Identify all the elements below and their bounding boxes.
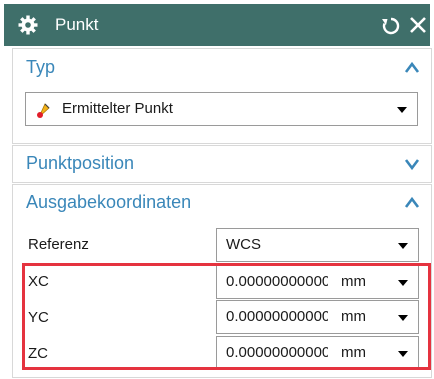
inferred-point-icon [37,103,50,118]
close-icon[interactable] [409,16,427,34]
ausgabekoordinaten-section-header[interactable]: Ausgabekoordinaten [12,183,434,223]
dropdown-arrow-icon [397,107,407,113]
highlight-box [22,263,431,370]
typ-section-title: Typ [26,57,56,77]
typ-dropdown-value: Ermittelter Punkt [62,100,173,117]
typ-section-header[interactable]: Typ [12,48,434,88]
chevron-down-icon[interactable] [404,156,420,172]
chevron-up-icon[interactable] [404,195,420,211]
ausgabekoordinaten-section-title: Ausgabekoordinaten [26,192,192,212]
punktposition-section-title: Punktposition [26,153,135,173]
punktposition-section-header[interactable]: Punktposition [12,144,434,184]
chevron-up-icon[interactable] [404,60,420,76]
gear-icon[interactable] [18,15,38,35]
dialog-titlebar: Punkt [4,4,430,46]
referenz-dropdown[interactable]: WCS [216,228,419,262]
referenz-value: WCS [226,236,261,253]
typ-dropdown[interactable]: Ermittelter Punkt [25,92,418,126]
dropdown-arrow-icon [398,243,408,249]
referenz-label: Referenz [28,236,89,253]
reset-icon[interactable] [380,15,402,37]
dialog-title: Punkt [55,15,99,34]
